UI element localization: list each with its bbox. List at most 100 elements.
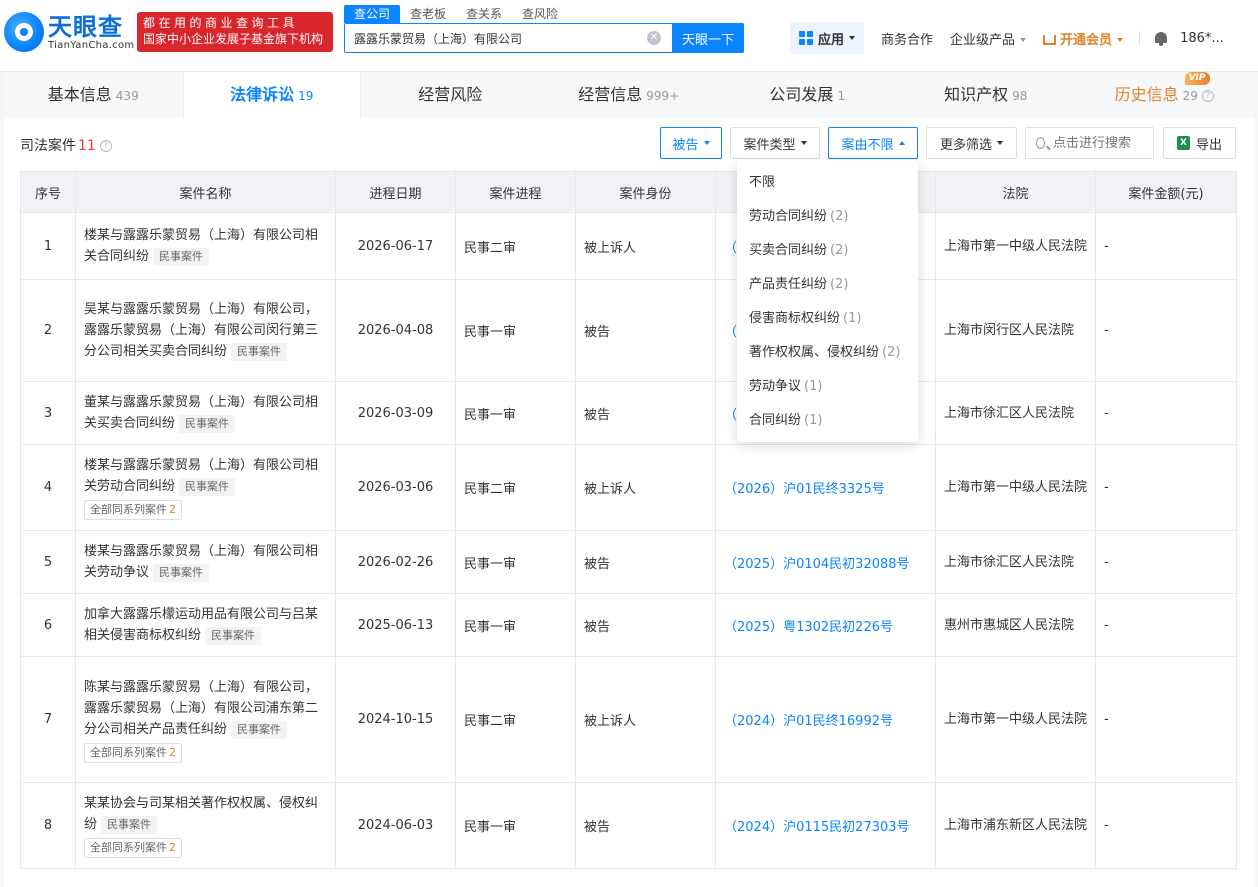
dropdown-option[interactable]: 买卖合同纠纷 (2) — [737, 234, 918, 268]
table-row[interactable]: 3 董某与露露乐蒙贸易（上海）有限公司相关买卖合同纠纷 民事案件 2026-03-09… — [20, 381, 1237, 445]
bell-icon[interactable] — [1154, 31, 1168, 46]
enterprise-label: 企业级产品 — [950, 32, 1016, 48]
search-button[interactable]: 天眼一下 — [672, 23, 744, 53]
table-row[interactable]: 7 陈某与露露乐蒙贸易（上海）有限公司，露露乐蒙贸易（上海）有限公司浦东第二分公司… — [20, 656, 1237, 783]
crown-icon — [1043, 34, 1057, 45]
row-index: 6 — [20, 593, 76, 657]
tab-basic-info[interactable]: 基本信息 439 — [4, 72, 183, 118]
dropdown-option[interactable]: 产品责任纠纷 (2) — [737, 268, 918, 302]
tab-label: 知识产权 — [944, 85, 1009, 104]
case-number-link[interactable]: （2024）沪01民终16992号 — [724, 714, 893, 729]
export-button[interactable]: X 导出 — [1163, 127, 1236, 159]
case-category-tag: 民事案件 — [231, 720, 288, 739]
case-amount: - — [1095, 444, 1237, 531]
dropdown-option[interactable]: 合同纠纷 (1) — [737, 404, 918, 438]
case-search-input[interactable] — [1053, 135, 1153, 151]
cause-filter[interactable]: 案由不限 — [828, 127, 918, 159]
tab-business-info[interactable]: 经营信息 999+ — [539, 72, 718, 118]
process-date: 2026-06-17 — [335, 212, 456, 280]
case-name-cell: 楼某与露露乐蒙贸易（上海）有限公司相关劳动争议 民事案件 — [75, 530, 336, 594]
column-header[interactable]: 案件金额(元) — [1095, 171, 1237, 213]
defendant-filter[interactable]: 被告 — [660, 127, 722, 159]
row-index: 2 — [20, 279, 76, 382]
option-label: 产品责任纠纷 — [749, 277, 828, 292]
search-type-tabs: 查公司 查老板 查关系 查风险 — [344, 5, 568, 23]
table-row[interactable]: 6 加拿大露露乐檬运动用品有限公司与吕某相关侵害商标权纠纷 民事案件 2025-06-… — [20, 593, 1237, 657]
column-header[interactable]: 进程日期 — [335, 171, 456, 213]
case-category-tag: 民事案件 — [179, 415, 236, 433]
column-header[interactable]: 法院 — [935, 171, 1096, 213]
series-label: 全部同系列案件 — [90, 503, 167, 516]
series-cases-button[interactable]: 全部同系列案件 2 — [84, 742, 182, 763]
dropdown-option[interactable]: 劳动合同纠纷 (2) — [737, 200, 918, 234]
case-stage: 民事二审 — [455, 444, 576, 531]
table-row[interactable]: 2 吴某与露露乐蒙贸易（上海）有限公司，露露乐蒙贸易（上海）有限公司闵行第三分公司… — [20, 279, 1237, 382]
tab-label: 经营风险 — [418, 85, 483, 104]
case-number-link[interactable]: （ — [724, 241, 737, 256]
table-row[interactable]: 4 楼某与露露乐蒙贸易（上海）有限公司相关劳动合同纠纷 民事案件 全部同系列案件 2 20… — [20, 444, 1237, 531]
column-header[interactable]: 案件名称 — [75, 171, 336, 213]
tab-intellectual-property[interactable]: 知识产权 98 — [896, 72, 1075, 118]
search-tab-relation[interactable]: 查关系 — [456, 5, 512, 23]
series-cases-button[interactable]: 全部同系列案件 2 — [84, 500, 182, 520]
brand-logo[interactable]: 天眼查 TianYanCha.com — [4, 12, 134, 52]
more-filters[interactable]: 更多筛选 — [926, 127, 1017, 159]
dropdown-option[interactable]: 侵害商标权纠纷 (1) — [737, 302, 918, 336]
case-number-link[interactable]: （2025）粤1302民初226号 — [724, 620, 893, 635]
tab-company-development[interactable]: 公司发展 1 — [718, 72, 897, 118]
tab-litigation[interactable]: 法律诉讼 19 — [182, 72, 361, 118]
table-row[interactable]: 8 某某协会与司某相关著作权权属、侵权纠纷 民事案件 全部同系列案件 2 2024-06-… — [20, 782, 1237, 869]
enterprise-products-menu[interactable]: 企业级产品 — [950, 29, 1027, 48]
process-date: 2024-06-03 — [335, 782, 456, 869]
case-number-link[interactable]: （ — [724, 408, 737, 423]
option-label: 侵害商标权纠纷 — [749, 311, 841, 326]
table-row[interactable]: 5 楼某与露露乐蒙贸易（上海）有限公司相关劳动争议 民事案件 2026-02-26 民事… — [20, 530, 1237, 594]
business-cooperation-link[interactable]: 商务合作 — [881, 29, 933, 48]
option-count: (2) — [830, 277, 849, 292]
case-number-link[interactable]: （2025）沪0104民初32088号 — [724, 557, 910, 572]
process-date: 2026-02-26 — [335, 530, 456, 594]
case-role: 被上诉人 — [575, 656, 716, 783]
case-amount: - — [1095, 530, 1237, 594]
top-nav: 应用 商务合作 企业级产品 开通会员 186*... — [790, 22, 1224, 54]
case-stage: 民事二审 — [455, 212, 576, 280]
clear-icon[interactable]: ✕ — [647, 31, 661, 45]
open-vip-menu[interactable]: 开通会员 — [1043, 29, 1124, 48]
case-number-link[interactable]: （2026）沪01民终3325号 — [724, 482, 885, 497]
process-date: 2026-03-09 — [335, 381, 456, 445]
search-tab-boss[interactable]: 查老板 — [400, 5, 456, 23]
tab-history-info[interactable]: VIP 历史信息 29? — [1075, 72, 1254, 118]
case-type-filter[interactable]: 案件类型 — [730, 127, 820, 159]
tab-count: 999+ — [646, 89, 680, 103]
excel-icon: X — [1176, 136, 1190, 150]
app-menu-button[interactable]: 应用 — [790, 22, 865, 54]
court: 上海市第一中级人民法院 — [935, 656, 1096, 783]
case-number-link[interactable]: （ — [724, 325, 737, 340]
dropdown-option[interactable]: 著作权权属、侵权纠纷 (2) — [737, 336, 918, 370]
chevron-down-icon — [997, 141, 1003, 145]
help-icon[interactable]: ? — [99, 140, 112, 152]
dropdown-option[interactable]: 劳动争议 (1) — [737, 370, 918, 404]
case-stage: 民事一审 — [455, 782, 576, 869]
search-tab-risk[interactable]: 查风险 — [512, 5, 568, 23]
help-icon[interactable]: ? — [1201, 89, 1214, 102]
dropdown-option[interactable]: 不限 — [737, 166, 918, 200]
series-cases-button[interactable]: 全部同系列案件 2 — [84, 838, 182, 858]
column-header[interactable]: 案件身份 — [575, 171, 716, 213]
column-header[interactable]: 案件进程 — [455, 171, 576, 213]
user-account[interactable]: 186*... — [1180, 31, 1224, 46]
case-role: 被上诉人 — [575, 212, 716, 280]
vip-label: 开通会员 — [1060, 32, 1113, 48]
case-name[interactable]: 加拿大露露乐檬运动用品有限公司与吕某相关侵害商标权纠纷 — [84, 607, 318, 643]
search-input[interactable] — [345, 24, 641, 52]
case-amount: - — [1095, 279, 1237, 382]
search-tab-company[interactable]: 查公司 — [344, 5, 401, 23]
case-name-cell: 加拿大露露乐檬运动用品有限公司与吕某相关侵害商标权纠纷 民事案件 — [75, 593, 336, 657]
table-row[interactable]: 1 楼某与露露乐蒙贸易（上海）有限公司相关合同纠纷 民事案件 2026-06-17 民事… — [20, 212, 1237, 280]
case-number-link[interactable]: （2024）沪0115民初27303号 — [724, 820, 910, 835]
chevron-down-icon — [800, 141, 807, 145]
tab-label: 基本信息 — [47, 85, 112, 104]
tab-business-risk[interactable]: 经营风险 — [361, 72, 540, 118]
case-category-tag: 民事案件 — [101, 816, 158, 834]
column-header[interactable]: 序号 — [20, 171, 76, 213]
